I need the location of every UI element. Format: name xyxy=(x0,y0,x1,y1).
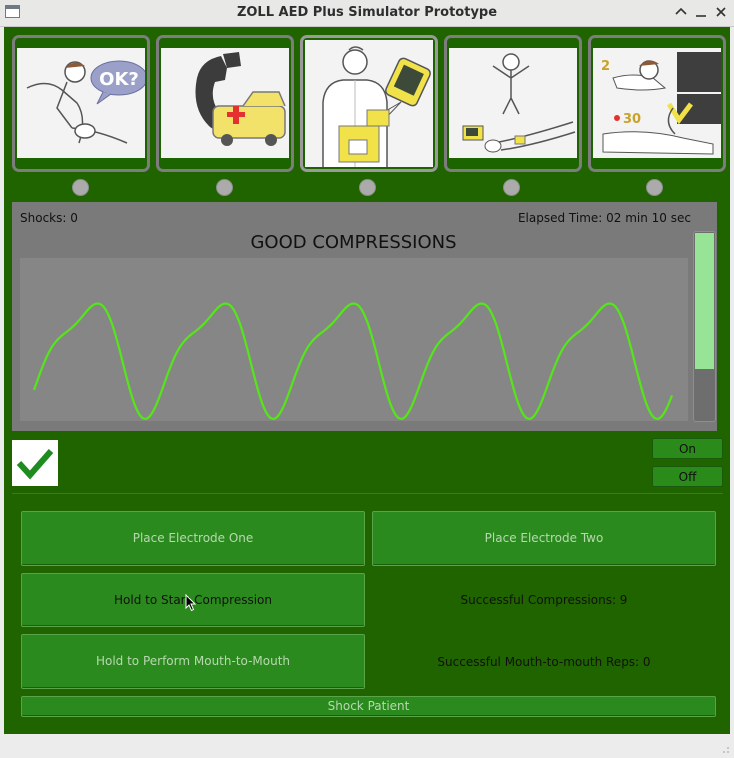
place-electrode-one-button[interactable]: Place Electrode One xyxy=(21,511,365,566)
step-cpr: 2 30 xyxy=(588,35,726,172)
check-responsiveness-illustration: OK? xyxy=(17,48,145,158)
successful-compressions-label: Successful Compressions: 9 xyxy=(460,593,628,607)
minimize-icon[interactable] xyxy=(692,3,710,21)
step-stand-clear xyxy=(444,35,582,172)
ecg-monitor: Shocks: 0 Elapsed Time: 02 min 10 sec GO… xyxy=(12,202,717,431)
divider xyxy=(12,493,723,494)
step-indicator-4 xyxy=(503,179,520,196)
hold-mouth-to-mouth-button[interactable]: Hold to Perform Mouth-to-Mouth xyxy=(21,634,365,689)
cpr-compressions-caption: 30 xyxy=(623,112,641,127)
shocks-counter: Shocks: 0 xyxy=(20,211,78,225)
compression-status: GOOD COMPRESSIONS xyxy=(250,232,457,253)
attach-pads-illustration xyxy=(305,40,433,167)
step-indicator-2 xyxy=(216,179,233,196)
title-bar: ZOLL AED Plus Simulator Prototype xyxy=(0,0,734,27)
stand-clear-illustration xyxy=(449,48,577,158)
off-button[interactable]: Off xyxy=(652,466,723,487)
compression-waveform xyxy=(32,302,674,420)
step-indicator-5 xyxy=(646,179,663,196)
resize-grip-icon[interactable] xyxy=(722,746,730,754)
maximize-chevron-icon[interactable] xyxy=(672,3,690,21)
window-title: ZOLL AED Plus Simulator Prototype xyxy=(236,5,498,20)
status-bar xyxy=(0,735,734,758)
compression-depth-meter xyxy=(693,231,716,422)
pads-ok-checkmark-icon xyxy=(12,440,58,486)
on-button[interactable]: On xyxy=(652,438,723,459)
elapsed-time: Elapsed Time: 02 min 10 sec xyxy=(517,211,691,225)
step-attach-pads xyxy=(300,35,438,172)
waveform-display xyxy=(20,258,688,421)
cpr-illustration: 2 30 xyxy=(593,48,721,158)
call-for-help-illustration xyxy=(161,48,289,158)
place-electrode-two-button[interactable]: Place Electrode Two xyxy=(372,511,716,566)
cpr-breaths-caption: 2 xyxy=(601,59,610,74)
simulator-panel: OK? 2 30 Shocks: 0 Elapsed Time: 02 min … xyxy=(4,27,730,734)
step-check-responsiveness: OK? xyxy=(12,35,150,172)
close-icon[interactable] xyxy=(712,3,730,21)
step-indicator-1 xyxy=(72,179,89,196)
successful-mouth-to-mouth-label: Successful Mouth-to-mouth Reps: 0 xyxy=(437,655,651,669)
step-indicator-3 xyxy=(359,179,376,196)
mouse-cursor-icon xyxy=(185,594,197,612)
shock-patient-button[interactable]: Shock Patient xyxy=(21,696,716,717)
step-call-for-help xyxy=(156,35,294,172)
ok-caption: OK? xyxy=(99,69,139,90)
compression-depth-level xyxy=(695,233,714,370)
